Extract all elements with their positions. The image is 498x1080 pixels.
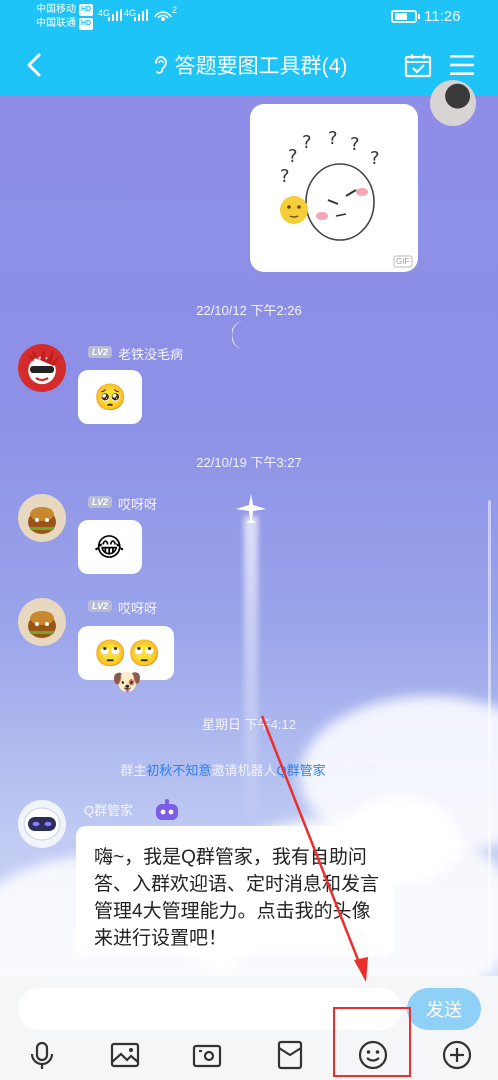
emoji-message[interactable]: 😂 — [78, 520, 142, 574]
mic-icon[interactable] — [25, 1038, 59, 1072]
bot-avatar[interactable] — [18, 800, 66, 848]
top-bar: 中国移动 HD 中国联通 HD 4G 4G 2 11:26 答题要图工具群(4) — [0, 0, 498, 96]
airplane-icon — [236, 494, 266, 523]
emoji: 🥺 — [94, 382, 127, 412]
hotspot-count: 2 — [172, 5, 178, 15]
my-avatar[interactable] — [430, 80, 476, 126]
calendar-icon[interactable] — [404, 52, 432, 78]
owner-link[interactable]: 初秋不知意 — [146, 763, 211, 778]
robot-badge-icon — [156, 799, 178, 820]
timestamp: 星期日 下午4:12 — [202, 717, 296, 732]
signal-icon — [134, 9, 148, 21]
level-badge: LV2 — [88, 346, 113, 358]
image-icon[interactable] — [108, 1038, 142, 1072]
gif-badge: GIF — [396, 257, 410, 266]
bot-link[interactable]: Q群管家 — [276, 763, 325, 778]
hotspot-icon — [154, 11, 172, 21]
emoji: 🙄 — [94, 638, 127, 668]
emoji: 🙄 — [128, 638, 161, 668]
scrollbar[interactable] — [488, 500, 491, 970]
sender-name[interactable]: Q群管家 — [84, 800, 133, 819]
level-badge: LV2 — [88, 600, 113, 612]
input-bar: 发送 — [0, 976, 498, 1080]
status-bar: 中国移动 HD 中国联通 HD 4G 4G 2 11:26 — [0, 0, 498, 34]
menu-icon[interactable] — [450, 54, 474, 76]
chat-title[interactable]: 答题要图工具群(4) — [130, 50, 370, 80]
level-badge: LV2 — [88, 496, 113, 508]
bot-message[interactable]: 嗨~，我是Q群管家，我有自助问答、入群欢迎语、定时消息和发言管理4大管理能力。点… — [76, 826, 394, 956]
avatar[interactable] — [18, 598, 66, 646]
avatar-image — [28, 507, 56, 534]
avatar-image — [26, 348, 60, 381]
emoji-message[interactable]: 🥺 — [78, 370, 142, 424]
carrier-1: 中国移动 HD — [36, 4, 94, 16]
plus-icon[interactable] — [440, 1038, 474, 1072]
camera-icon[interactable] — [190, 1038, 224, 1072]
svg-text:?: ? — [328, 128, 338, 149]
emoji: 😂 — [94, 532, 125, 562]
sender-name[interactable]: 哎呀呀 — [118, 494, 157, 513]
avatar-image — [28, 611, 56, 638]
sender-name[interactable]: 哎呀呀 — [118, 598, 157, 617]
send-button[interactable]: 发送 — [407, 988, 481, 1030]
battery-icon — [391, 10, 417, 23]
sticker-image: ? ? ? ? ? ? — [280, 128, 413, 268]
system-text: 群主 — [120, 763, 147, 778]
svg-text:?: ? — [370, 148, 380, 169]
emoji: 🐶 — [112, 669, 142, 696]
annotation-highlight-box — [333, 1007, 411, 1077]
back-icon[interactable] — [24, 52, 44, 78]
timestamp: 22/10/19 下午3:27 — [196, 455, 302, 470]
avatar[interactable] — [18, 494, 66, 542]
svg-text:?: ? — [288, 146, 298, 167]
sticker-message[interactable]: ? ? ? ? ? ? GIF — [250, 104, 418, 272]
battery-cap — [418, 14, 420, 19]
moon-icon — [232, 320, 246, 350]
clock: 11:26 — [424, 8, 461, 25]
robot-icon — [23, 807, 61, 841]
signal-icon — [108, 9, 122, 21]
system-text: 邀请机器人 — [211, 763, 277, 778]
sender-name[interactable]: 老铁没毛病 — [118, 344, 183, 363]
system-text: 加入本群 — [325, 763, 378, 778]
timestamp: 22/10/12 下午2:26 — [196, 303, 302, 318]
carrier-2: 中国联通 HD — [36, 18, 94, 30]
svg-text:?: ? — [280, 166, 290, 187]
red-packet-icon[interactable] — [273, 1038, 307, 1072]
system-notice: 群主初秋不知意邀请机器人Q群管家加入本群 — [0, 760, 498, 779]
avatar[interactable] — [18, 344, 66, 392]
svg-text:?: ? — [302, 132, 312, 153]
ear-icon — [154, 56, 167, 74]
group-name: 答题要图工具群(4) — [174, 55, 348, 78]
svg-text:?: ? — [350, 134, 360, 155]
